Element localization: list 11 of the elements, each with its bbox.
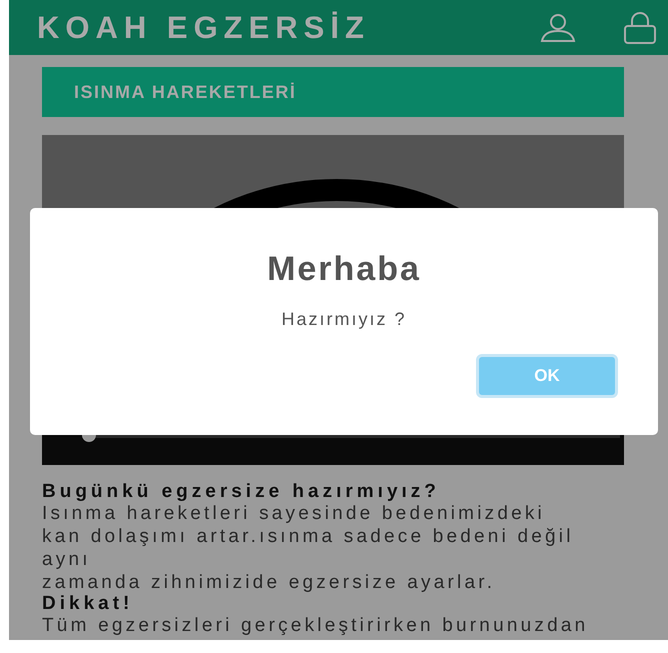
user-icon[interactable] <box>538 12 578 42</box>
app-title: KOAH EGZERSİZ <box>37 10 370 46</box>
section-title: ISINMA HAREKETLERİ <box>74 82 296 102</box>
lock-icon[interactable] <box>622 12 658 44</box>
content-heading: Dikkat! <box>42 594 134 614</box>
ok-button[interactable]: OK <box>476 354 618 398</box>
content-paragraph: Tüm egzersizleri gerçekleştirirken burnunuzdan <box>42 614 590 637</box>
dialog-message: Hazırmıyız ? <box>281 309 406 330</box>
content-paragraph: Isınma hareketleri sayesinde bedenimizdeki kan dolaşımı artar.ısınma sadece bedeni değil aynı zamanda zihnimizide egzersize ayarlar. <box>42 502 575 594</box>
content-heading: Bugünkü egzersize hazırmıyız? <box>42 482 441 502</box>
dialog-title: Merhaba <box>267 250 421 289</box>
